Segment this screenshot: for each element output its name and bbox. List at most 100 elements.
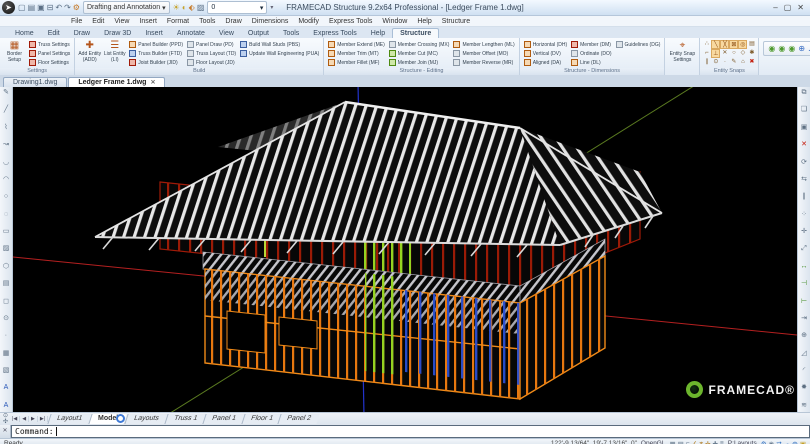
- list-entity-button[interactable]: ☰ List Entity (LI): [102, 39, 127, 63]
- rectangle-tool-icon[interactable]: ▭: [3, 228, 10, 236]
- menu-item[interactable]: Insert: [134, 18, 162, 25]
- truss-builder-button[interactable]: Truss Builder (FTD): [127, 49, 185, 58]
- ribbon-tab[interactable]: Output: [241, 29, 276, 38]
- ortho-toggle[interactable]: ⌐: [686, 440, 690, 444]
- menu-item[interactable]: View: [109, 18, 134, 25]
- profile-label[interactable]: P:Layouts: [728, 440, 757, 444]
- update-wall-engineering-button[interactable]: Update Wall Engineering (PUA): [238, 49, 321, 58]
- erase-tool-icon[interactable]: ✕: [801, 141, 807, 149]
- dim-horizontal-button[interactable]: Horizontal (DH): [522, 40, 569, 49]
- dyn-input-toggle[interactable]: ✚: [713, 440, 718, 444]
- circle-tool-icon[interactable]: ○: [4, 193, 8, 201]
- extension-snap-icon[interactable]: ⌐: [702, 49, 711, 58]
- style-icon[interactable]: ⬖: [189, 3, 195, 12]
- dim-guidelines-button[interactable]: Guidelines (DG): [614, 40, 663, 49]
- midpoint-snap-icon[interactable]: ╳: [720, 40, 730, 49]
- dim-member-button[interactable]: Member (DM): [569, 40, 613, 49]
- ribbon-tab[interactable]: Tools: [276, 29, 306, 38]
- ribbon-tab[interactable]: Draw 3D: [97, 29, 138, 38]
- open-icon[interactable]: ▤: [28, 3, 36, 12]
- otrack-toggle[interactable]: ✛: [705, 440, 710, 444]
- temporary-track-snap-icon[interactable]: ∴: [702, 40, 711, 49]
- polygon-tool-icon[interactable]: ⬡: [3, 263, 9, 271]
- chamfer-tool-icon[interactable]: ◿: [801, 350, 806, 358]
- gradient-tool-icon[interactable]: ▧: [3, 367, 10, 375]
- fillet-tool-icon[interactable]: ◜: [803, 367, 806, 375]
- ribbon-tab[interactable]: Insert: [138, 29, 170, 38]
- ribbon-tab[interactable]: Draw: [67, 29, 97, 38]
- blend-tool-icon[interactable]: ≋: [801, 402, 807, 410]
- insert-snap-icon[interactable]: ✱: [747, 49, 756, 58]
- pan-hand-icon[interactable]: ✣: [3, 419, 8, 425]
- panel-settings-button[interactable]: Panel Settings: [27, 49, 72, 58]
- scale-tool-icon[interactable]: ⤢: [801, 245, 807, 253]
- text-tool-icon[interactable]: A: [4, 384, 9, 392]
- paste-tool-icon[interactable]: ▣: [801, 124, 808, 132]
- point-tool-icon[interactable]: ∙: [5, 332, 7, 340]
- isolate-icon[interactable]: ◉: [769, 440, 775, 444]
- zoom-icon[interactable]: ◉: [778, 44, 785, 53]
- table-tool-icon[interactable]: ▦: [3, 350, 10, 358]
- globe-icon[interactable]: ◍: [792, 440, 798, 444]
- command-input[interactable]: Command:: [11, 425, 810, 438]
- workspace-gear-icon[interactable]: ⚙: [73, 3, 80, 12]
- workspace-switcher[interactable]: Drafting and Annotation ▾: [82, 1, 170, 14]
- plot-icon[interactable]: ⊟: [47, 3, 54, 12]
- member-lengthen-button[interactable]: Member Lengthen (ML): [451, 40, 516, 49]
- hatch-tool-icon[interactable]: ▨: [3, 245, 10, 253]
- parallel-snap-icon[interactable]: ∥: [702, 58, 711, 67]
- menu-item[interactable]: Modify: [293, 18, 324, 25]
- entity-snap-settings-button[interactable]: ⌖ Entity Snap Settings: [667, 39, 697, 63]
- menu-item[interactable]: Express Tools: [324, 18, 377, 25]
- minimize-button[interactable]: –: [773, 3, 777, 12]
- joist-builder-button[interactable]: Joist Builder (JID): [127, 58, 185, 67]
- member-extend-button[interactable]: Member Extend (ME): [326, 40, 387, 49]
- spline-tool-icon[interactable]: ↝: [3, 141, 9, 149]
- floor-settings-button[interactable]: Floor Settings: [27, 58, 72, 67]
- move-tool-icon[interactable]: ✛: [801, 228, 807, 236]
- offset-tool-icon[interactable]: ∥: [802, 193, 806, 201]
- explode-tool-icon[interactable]: ✸: [801, 384, 807, 392]
- save-icon[interactable]: ▣: [37, 3, 45, 12]
- panel-draw-button[interactable]: Panel Draw (PD): [185, 40, 238, 49]
- mid2pt-snap-icon[interactable]: ⌂: [738, 58, 747, 67]
- layout-tab[interactable]: Panel 2: [277, 414, 320, 424]
- member-offset-button[interactable]: Member Offset (MO): [451, 49, 516, 58]
- apparent-snap-icon[interactable]: ✕: [720, 49, 729, 58]
- menu-item[interactable]: Help: [412, 18, 436, 25]
- settings-sheet-icon[interactable]: ▤: [747, 40, 756, 49]
- command-close-icon[interactable]: ✕: [0, 425, 11, 438]
- join-tool-icon[interactable]: ⊕: [801, 332, 807, 340]
- mirror-tool-icon[interactable]: ⇆: [801, 176, 807, 184]
- menu-item[interactable]: Edit: [87, 18, 109, 25]
- ribbon-tab-structure[interactable]: Structure: [392, 28, 440, 38]
- tab-scroll-button[interactable]: |◀: [10, 416, 21, 422]
- arc-tool-icon[interactable]: ◡: [3, 159, 9, 167]
- render-mode-label[interactable]: OpenGL: [641, 440, 666, 444]
- tab-scroll-button[interactable]: ◀: [20, 416, 30, 422]
- settings-gear-icon[interactable]: ⚙: [761, 440, 767, 444]
- extend-tool-icon[interactable]: ⊢: [801, 298, 807, 306]
- steering-wheel-icon[interactable]: ⊕: [798, 44, 805, 53]
- orbit-icon[interactable]: ◉: [788, 44, 795, 53]
- tab-scroll-button[interactable]: ▶|: [38, 416, 49, 422]
- block-tool-icon[interactable]: ◻: [3, 298, 9, 306]
- polar-toggle[interactable]: ∠: [692, 440, 698, 444]
- snap-off-icon[interactable]: ✖: [747, 58, 756, 67]
- ribbon-tab[interactable]: Edit: [41, 29, 67, 38]
- donut-tool-icon[interactable]: ⊙: [3, 315, 9, 323]
- menu-item[interactable]: Draw: [220, 18, 246, 25]
- ellipse-tool-icon[interactable]: ◌: [4, 211, 8, 219]
- line-tool-icon[interactable]: ╱: [4, 106, 8, 114]
- bulb-icon[interactable]: ☀: [173, 3, 180, 12]
- array-tool-icon[interactable]: ⁘: [801, 211, 807, 219]
- border-setup-button[interactable]: ▦ Border Setup: [2, 39, 27, 63]
- tab-scroll-button[interactable]: ▶: [29, 416, 38, 422]
- menu-item[interactable]: Tools: [194, 18, 220, 25]
- trim-tool-icon[interactable]: ⊣: [801, 280, 807, 288]
- app-menu-button[interactable]: ➤: [2, 1, 15, 14]
- maximize-button[interactable]: ▢: [784, 3, 792, 12]
- truss-layout-button[interactable]: Truss Layout (TD): [185, 49, 238, 58]
- node-snap-icon[interactable]: ◇: [738, 49, 747, 58]
- cloud-icon[interactable]: ☁: [784, 440, 791, 444]
